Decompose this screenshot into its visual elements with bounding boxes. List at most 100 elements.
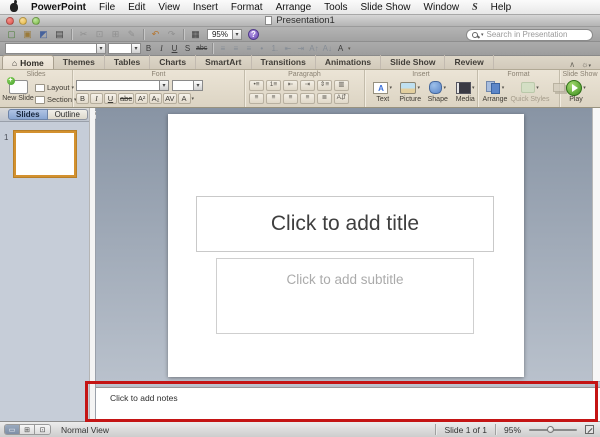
zoom-slider[interactable]: [529, 426, 577, 433]
zoom-dropdown-icon[interactable]: ▾: [233, 29, 242, 40]
search-input[interactable]: ▾ Search in Presentation: [466, 29, 593, 41]
text-direction-button[interactable]: A⇵: [334, 93, 349, 104]
ribbon-align-center-button[interactable]: ≡: [266, 93, 281, 104]
play-slideshow-button[interactable]: ▾ Play: [564, 80, 588, 107]
new-slide-button[interactable]: New Slide: [3, 80, 33, 107]
ribbon-underline-button[interactable]: U: [104, 93, 117, 104]
font-color-button[interactable]: A: [335, 43, 346, 54]
insert-shape-button[interactable]: ▾ Shape: [426, 80, 450, 107]
superscript-button[interactable]: A²: [135, 93, 148, 104]
title-placeholder[interactable]: Click to add title: [196, 196, 494, 252]
tab-charts[interactable]: Charts: [150, 55, 196, 69]
font-size-dropdown-icon[interactable]: ▾: [132, 43, 141, 54]
character-spacing-button[interactable]: AV: [163, 93, 176, 104]
menu-help[interactable]: Help: [491, 2, 512, 13]
insert-text-button[interactable]: A▾ Text: [371, 80, 395, 107]
collapse-ribbon-icon[interactable]: ∧: [569, 60, 575, 69]
paste-icon[interactable]: ⊞: [109, 28, 122, 40]
text-shadow-button[interactable]: S: [182, 43, 193, 54]
insert-media-button[interactable]: ▾ Media: [454, 80, 478, 107]
tab-transitions[interactable]: Transitions: [252, 55, 316, 69]
section-button[interactable]: Section▾: [35, 95, 77, 104]
notes-pane[interactable]: Click to add notes: [96, 387, 600, 421]
menu-view[interactable]: View: [158, 2, 180, 13]
redo-icon[interactable]: ↷: [165, 28, 178, 40]
align-left-button[interactable]: ≡: [217, 43, 228, 54]
font-color-dropdown-icon[interactable]: ▾: [348, 46, 351, 52]
insert-picture-button[interactable]: ▾ Picture: [399, 80, 423, 107]
ribbon-font-name-combo[interactable]: ▾: [76, 80, 169, 91]
menu-format[interactable]: Format: [231, 2, 263, 13]
italic-button[interactable]: I: [156, 43, 167, 54]
strikethrough-button[interactable]: abc: [195, 43, 208, 54]
numbering-button[interactable]: 1.: [269, 43, 280, 54]
ribbon-decrease-indent-button[interactable]: ⇤: [283, 80, 298, 91]
new-presentation-icon[interactable]: ▢: [5, 28, 18, 40]
menu-window[interactable]: Window: [424, 2, 460, 13]
cut-icon[interactable]: ✂: [77, 28, 90, 40]
menu-edit[interactable]: Edit: [128, 2, 145, 13]
tab-slides-pane[interactable]: Slides: [8, 109, 48, 120]
presenter-view-button[interactable]: ⊡: [35, 425, 50, 434]
search-scope-chevron-icon[interactable]: ▾: [481, 32, 484, 38]
underline-button[interactable]: U: [169, 43, 180, 54]
subtitle-placeholder[interactable]: Click to add subtitle: [216, 258, 474, 334]
ribbon-justify-button[interactable]: ≡: [300, 93, 315, 104]
slide-thumbnail-selected[interactable]: [14, 131, 76, 177]
undo-icon[interactable]: ↶: [149, 28, 162, 40]
ribbon-increase-indent-button[interactable]: ⇥: [300, 80, 315, 91]
tab-review[interactable]: Review: [445, 55, 493, 69]
tab-animations[interactable]: Animations: [316, 55, 381, 69]
ribbon-align-right-button[interactable]: ≡: [283, 93, 298, 104]
menu-slide-show[interactable]: Slide Show: [361, 2, 411, 13]
bullets-button[interactable]: •: [256, 43, 267, 54]
font-size-combo[interactable]: ▾: [108, 43, 141, 54]
menu-insert[interactable]: Insert: [193, 2, 218, 13]
quick-styles-button[interactable]: ▾ Quick Styles: [512, 80, 548, 107]
menu-powerpoint[interactable]: PowerPoint: [31, 2, 86, 13]
ribbon-settings-gear-icon[interactable]: ☼▾: [581, 60, 591, 69]
font-color-chevron-icon[interactable]: ▾: [192, 96, 195, 102]
align-center-button[interactable]: ≡: [230, 43, 241, 54]
font-name-combo[interactable]: ▾: [5, 43, 106, 54]
copy-icon[interactable]: ⊡: [93, 28, 106, 40]
arrange-button[interactable]: ▾ Arrange: [483, 80, 507, 107]
slide-canvas[interactable]: Click to add title Click to add subtitle: [168, 114, 524, 377]
layout-button[interactable]: Layout▾: [35, 83, 77, 92]
zoom-combo[interactable]: 95% ▾: [207, 29, 242, 40]
zoom-value[interactable]: 95%: [207, 29, 233, 40]
menu-tools[interactable]: Tools: [324, 2, 347, 13]
vertical-scrollbar[interactable]: [592, 108, 600, 381]
normal-view-button[interactable]: ▭: [5, 425, 20, 434]
open-icon[interactable]: ▣: [21, 28, 34, 40]
tab-slide-show[interactable]: Slide Show: [381, 55, 445, 69]
pane-scrollbar[interactable]: [89, 108, 95, 421]
fit-slide-to-window-icon[interactable]: [585, 425, 594, 434]
distribute-text-button[interactable]: ≣: [317, 93, 332, 104]
help-icon[interactable]: ?: [248, 29, 259, 40]
apple-menu-icon[interactable]: [10, 3, 18, 12]
ribbon-numbering-button[interactable]: 1≡: [266, 80, 281, 91]
ribbon-font-color-button[interactable]: A: [178, 93, 191, 104]
ribbon-strikethrough-button[interactable]: abc: [118, 93, 134, 104]
format-painter-icon[interactable]: ✎: [125, 28, 138, 40]
tab-home[interactable]: ⌂ Home: [2, 55, 54, 69]
ribbon-bold-button[interactable]: B: [76, 93, 89, 104]
align-right-button[interactable]: ≡: [243, 43, 254, 54]
line-spacing-button[interactable]: ⇕≡: [317, 80, 332, 91]
menu-file[interactable]: File: [99, 2, 115, 13]
decrease-font-size-button[interactable]: A↓: [322, 43, 333, 54]
tab-outline-pane[interactable]: Outline: [48, 109, 88, 120]
menu-arrange[interactable]: Arrange: [276, 2, 312, 13]
ribbon-italic-button[interactable]: I: [90, 93, 103, 104]
media-browser-icon[interactable]: ▦: [189, 28, 202, 40]
print-icon[interactable]: ▤: [53, 28, 66, 40]
tab-themes[interactable]: Themes: [54, 55, 105, 69]
increase-font-size-button[interactable]: A↑: [308, 43, 319, 54]
zoom-slider-knob[interactable]: [547, 426, 554, 433]
tab-smartart[interactable]: SmartArt: [196, 55, 251, 69]
slide-sorter-view-button[interactable]: ⊞: [20, 425, 35, 434]
save-icon[interactable]: ◩: [37, 28, 50, 40]
increase-indent-button[interactable]: ⇥: [295, 43, 306, 54]
ribbon-bullets-button[interactable]: •≡: [249, 80, 264, 91]
